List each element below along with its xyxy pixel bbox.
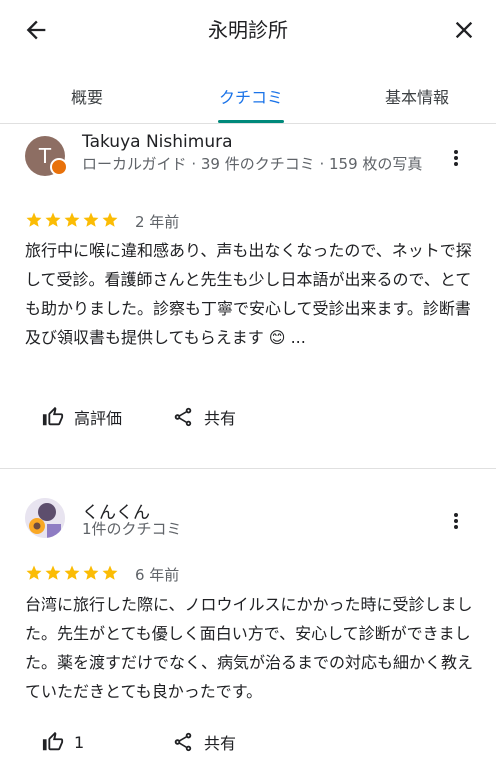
tab-info[interactable]: 基本情報 bbox=[347, 84, 487, 108]
tab-overview[interactable]: 概要 bbox=[17, 84, 157, 108]
share-button[interactable]: 共有 bbox=[172, 730, 236, 754]
share-label: 共有 bbox=[204, 409, 237, 428]
star-icon bbox=[45, 212, 61, 227]
page-title: 永明診所 bbox=[208, 18, 288, 42]
star-icon bbox=[83, 565, 99, 580]
more-vert-icon[interactable] bbox=[444, 509, 468, 533]
star-icon bbox=[64, 212, 80, 227]
star-icon bbox=[83, 212, 99, 227]
share-icon bbox=[174, 732, 192, 752]
star-icon bbox=[26, 212, 42, 227]
app-header: 永明診所 bbox=[0, 0, 496, 58]
star-icon bbox=[45, 565, 61, 580]
like-label: 高評価 bbox=[74, 409, 123, 428]
like-button[interactable]: 高評価 bbox=[42, 405, 122, 429]
star-icon bbox=[102, 212, 118, 227]
star-rating bbox=[25, 564, 120, 582]
local-guide-badge-icon bbox=[50, 158, 68, 176]
review-age: 2 年前 bbox=[135, 213, 180, 231]
star-icon bbox=[102, 565, 118, 580]
more-vert-icon[interactable] bbox=[444, 146, 468, 170]
reviewer-name[interactable]: Takuya Nishimura bbox=[82, 132, 233, 152]
like-button[interactable]: 1 bbox=[42, 730, 84, 754]
avatar[interactable] bbox=[25, 498, 65, 538]
thumb-up-icon bbox=[42, 406, 64, 426]
review-text[interactable]: 旅行中に喉に違和感あり、声も出なくなったので、ネットで探して受診。看護師さんと先… bbox=[25, 236, 475, 352]
avatar-image bbox=[25, 498, 65, 538]
review-text[interactable]: 台湾に旅行した際に、ノロウイルスにかかった時に受診しました。先生がとても優しく面… bbox=[25, 590, 475, 706]
share-button[interactable]: 共有 bbox=[172, 405, 236, 429]
share-label: 共有 bbox=[204, 734, 237, 753]
reviewer-meta: 1件のクチコミ bbox=[82, 520, 182, 538]
star-icon bbox=[26, 565, 42, 580]
tab-divider bbox=[0, 123, 496, 124]
star-icon bbox=[64, 565, 80, 580]
review-age: 6 年前 bbox=[135, 566, 180, 584]
tab-reviews[interactable]: クチコミ bbox=[181, 84, 321, 108]
thumb-up-icon bbox=[42, 731, 64, 751]
share-icon bbox=[174, 407, 192, 427]
like-count: 1 bbox=[74, 732, 85, 752]
close-icon[interactable] bbox=[450, 16, 478, 44]
star-rating bbox=[25, 211, 120, 229]
reviewer-meta: ローカルガイド · 39 件のクチコミ · 159 枚の写真 bbox=[82, 155, 423, 173]
review-divider bbox=[0, 468, 496, 469]
tab-bar: 概要 クチコミ 基本情報 bbox=[0, 70, 496, 123]
